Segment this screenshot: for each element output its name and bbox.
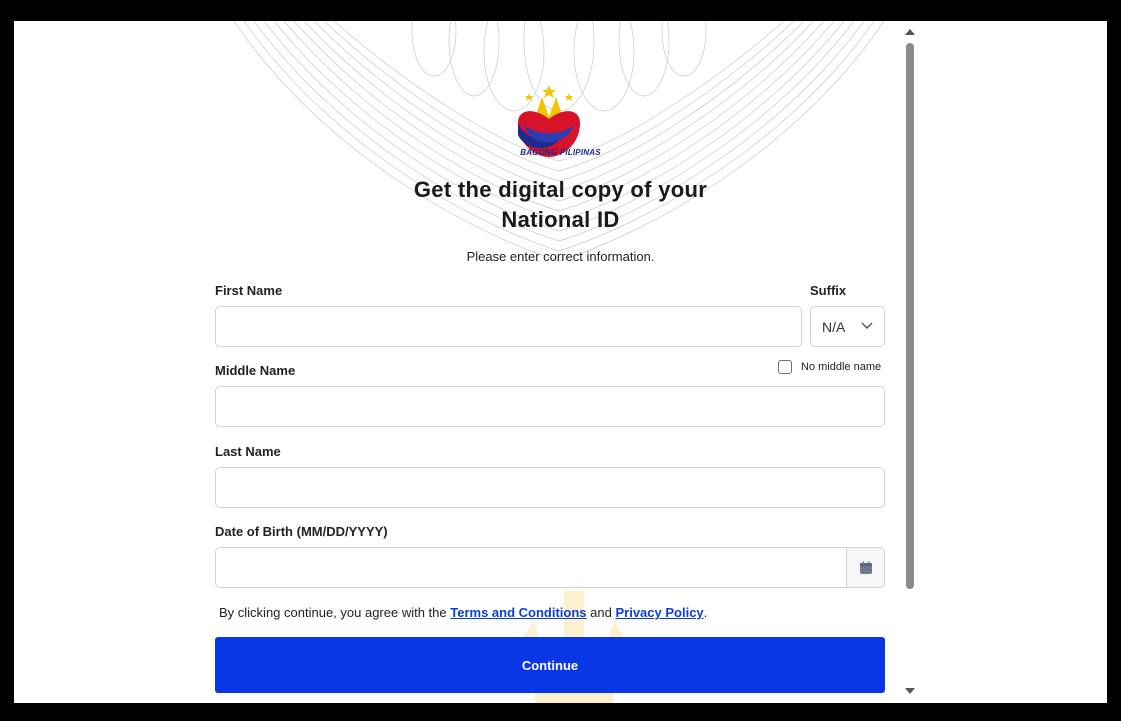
last-name-input[interactable]	[215, 467, 885, 508]
no-middle-name-label: No middle name	[801, 361, 882, 373]
suffix-label: Suffix	[810, 283, 847, 298]
middle-name-label: Middle Name	[215, 363, 296, 378]
privacy-link[interactable]: Privacy Policy	[615, 605, 703, 620]
no-middle-name-checkbox[interactable]	[778, 360, 792, 374]
scroll-thumb[interactable]	[906, 43, 914, 589]
chevron-down-icon	[861, 322, 873, 330]
last-name-label: Last Name	[215, 444, 281, 459]
agreement-prefix: By clicking continue, you agree with the	[219, 605, 447, 620]
middle-name-input[interactable]	[215, 386, 885, 427]
agreement-text: By clicking continue, you agree with the…	[219, 605, 707, 620]
page-title-line2: National ID	[501, 207, 620, 232]
page-title: Get the digital copy of your National ID	[14, 175, 1107, 235]
scroll-down-arrow-icon[interactable]	[905, 688, 915, 694]
first-name-label: First Name	[215, 283, 283, 298]
calendar-icon	[859, 561, 872, 574]
scrollbar[interactable]	[904, 29, 916, 697]
first-name-input[interactable]	[215, 306, 802, 347]
agreement-suffix: .	[703, 605, 708, 620]
terms-link[interactable]: Terms and Conditions	[450, 605, 586, 620]
suffix-select[interactable]: N/A	[810, 306, 885, 347]
scroll-up-arrow-icon[interactable]	[905, 29, 915, 35]
dob-input[interactable]	[215, 547, 847, 588]
calendar-button[interactable]	[846, 547, 885, 588]
dob-label: Date of Birth (MM/DD/YYYY)	[215, 524, 388, 539]
no-middle-name-toggle[interactable]: No middle name	[778, 360, 881, 374]
continue-button[interactable]: Continue	[215, 637, 885, 693]
agreement-conjunction: and	[590, 605, 612, 620]
suffix-value: N/A	[822, 318, 846, 335]
logo-text: BAGONG PILIPINAS	[520, 148, 601, 157]
page-title-line1: Get the digital copy of your	[413, 177, 708, 202]
page-subtitle: Please enter correct information.	[466, 249, 655, 264]
page-viewport: BAGONG PILIPINAS Get the digital copy of…	[14, 21, 1107, 703]
